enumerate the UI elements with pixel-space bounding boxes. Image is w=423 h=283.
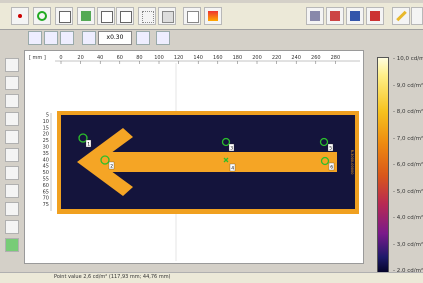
measure-icon[interactable]	[5, 220, 19, 234]
y-ruler-tick-label: 65	[43, 189, 49, 195]
x-ruler-tick-label: 260	[311, 55, 321, 61]
status-text: Point value 2,6 cd/m² (117,93 mm; 44,76 …	[54, 274, 171, 280]
chart-icon[interactable]	[346, 7, 364, 25]
vertical-line-icon[interactable]	[5, 112, 19, 126]
color-scale-label: - 9,0 cd/m²	[393, 82, 423, 89]
status-bar: Point value 2,6 cd/m² (117,93 mm; 44,76 …	[0, 272, 423, 283]
x-ruler-tick-label: 60	[117, 55, 123, 61]
color-scale-label: - 7,0 cd/m²	[393, 135, 423, 142]
image-icon[interactable]	[77, 7, 95, 25]
fit-icon[interactable]	[28, 31, 42, 45]
color-scale-label: - 6,0 cd/m²	[393, 162, 423, 168]
new-icon[interactable]	[11, 7, 29, 25]
x-ruler-tick-label: 0	[59, 55, 62, 61]
canvas-svg: [ mm ] 0 20 40 60 80 100 120 140 160 180 200 220 240…	[29, 55, 360, 261]
y-ruler-tick-label: 40	[43, 157, 49, 163]
marker-label-3: 3	[230, 146, 233, 152]
zoom-field[interactable]: x0.30	[98, 31, 132, 45]
zoom-in-icon[interactable]	[136, 31, 150, 45]
color-scale-label: - 4,0 cd/m²	[393, 215, 423, 221]
pointer-icon[interactable]	[5, 58, 19, 72]
y-ruler-tick-label: 45	[43, 164, 49, 170]
image-canvas[interactable]: [ mm ] 0 20 40 60 80 100 120 140 160 180 200 220 240…	[24, 50, 364, 264]
point-icon[interactable]	[5, 76, 19, 90]
freehand-icon[interactable]	[5, 202, 19, 216]
x-ruler-tick-label: 160	[213, 55, 223, 61]
x-ruler-tick-label: 280	[331, 55, 341, 61]
sign-side-text: R-3000-00000	[350, 150, 354, 175]
line-icon[interactable]	[5, 94, 19, 108]
blank-page-icon[interactable]	[183, 7, 201, 25]
marker-label-1: 1	[87, 142, 90, 148]
x-ruler-tick-label: 120	[174, 55, 184, 61]
report-icon[interactable]	[366, 7, 384, 25]
ellipse-icon[interactable]	[5, 166, 19, 180]
y-ruler-tick-label: 70	[43, 196, 49, 202]
page-icon[interactable]	[97, 7, 115, 25]
y-ruler-tick-label: 55	[43, 177, 49, 183]
y-ruler-tick-label: 10	[43, 119, 49, 125]
pen-icon[interactable]	[411, 7, 423, 25]
marker-label-4: 4	[231, 166, 234, 172]
zoom-fit-icon[interactable]	[44, 31, 58, 45]
units-label: [ mm ]	[29, 55, 46, 61]
tools-icon[interactable]	[60, 31, 74, 45]
left-toolbar	[4, 58, 22, 258]
polygon-icon[interactable]	[5, 184, 19, 198]
grid-icon[interactable]	[138, 7, 156, 25]
color-scale-bar	[377, 57, 389, 273]
color-scale-label: - 10,0 cd/m²	[393, 56, 423, 62]
x-ruler-tick-label: 200	[252, 55, 262, 61]
pencil-icon[interactable]	[392, 7, 410, 25]
x-ruler-tick-label: 180	[233, 55, 243, 61]
x-ruler-tick-label: 140	[193, 55, 203, 61]
zoom-out-icon[interactable]	[82, 31, 96, 45]
y-ruler-tick-label: 5	[46, 113, 49, 119]
main-toolbar	[0, 3, 423, 30]
color-scale-label: - 8,0 cd/m²	[393, 109, 423, 115]
rectangle-tool-icon[interactable]	[55, 7, 73, 25]
y-ruler-tick-label: 25	[43, 138, 49, 144]
y-ruler-tick-label: 15	[43, 125, 49, 131]
color-scale-label: - 3,0 cd/m²	[393, 241, 423, 248]
y-ruler-tick-label: 75	[43, 202, 49, 208]
marker-label-6: 6	[330, 165, 333, 171]
square-icon[interactable]	[5, 148, 19, 162]
export-icon[interactable]	[306, 7, 324, 25]
x-ruler-tick-label: 100	[154, 55, 164, 61]
marker-label-5: 5	[329, 146, 332, 152]
y-ruler-tick-label: 30	[43, 145, 49, 151]
color-map-icon[interactable]	[204, 7, 222, 25]
y-ruler-tick-label: 50	[43, 170, 49, 176]
x-ruler-tick-label: 220	[272, 55, 282, 61]
color-scale-label: - 5,0 cd/m²	[393, 188, 423, 195]
y-ruler-tick-label: 35	[43, 151, 49, 157]
green-tool-icon[interactable]	[5, 238, 19, 252]
zoom-100-icon[interactable]	[156, 31, 170, 45]
rect-icon[interactable]	[5, 130, 19, 144]
arrow-shaft	[107, 152, 337, 172]
select-all-icon[interactable]	[158, 7, 176, 25]
x-ruler-tick-label: 80	[136, 55, 142, 61]
y-ruler-tick-label: 20	[43, 132, 49, 138]
y-ruler-tick-label: 60	[43, 183, 49, 189]
x-ruler-tick-label: 40	[97, 55, 103, 61]
zoom-toolbar: x0.30	[24, 31, 399, 49]
brush-icon[interactable]	[326, 7, 344, 25]
x-ruler-tick-label: 20	[77, 55, 83, 61]
copy-icon[interactable]	[116, 7, 134, 25]
point-tool-icon[interactable]	[33, 7, 51, 25]
marker-label-2: 2	[110, 164, 113, 170]
x-ruler-tick-label: 240	[291, 55, 301, 61]
